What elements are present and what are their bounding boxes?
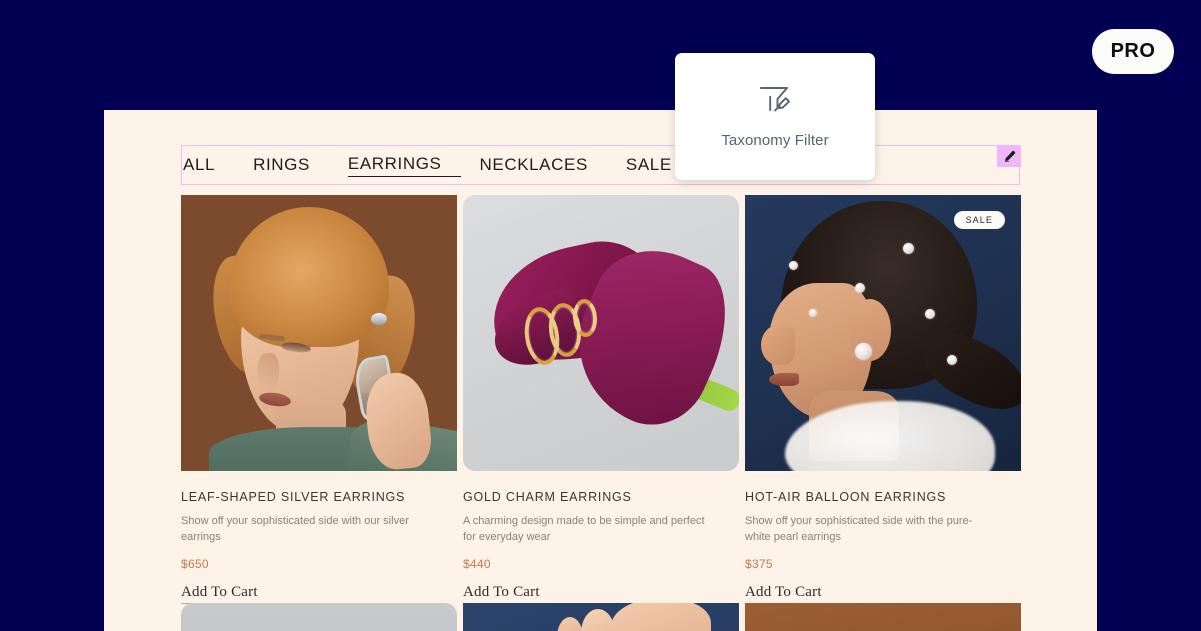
product-title: GOLD CHARM EARRINGS — [463, 490, 632, 504]
product-image[interactable] — [745, 603, 1021, 631]
product-card[interactable]: SALE HOT-AIR BALLOON EARRINGS Show off y… — [745, 195, 1021, 604]
product-card[interactable]: LEAF-SHAPED SILVER EARRINGS Show off you… — [181, 195, 457, 604]
product-description: Show off your sophisticated side with th… — [745, 515, 973, 543]
filter-edit-icon — [760, 87, 790, 112]
product-image[interactable] — [463, 603, 739, 631]
nose — [257, 353, 279, 389]
nav-item-rings[interactable]: RINGS — [253, 155, 329, 175]
pearl-accessory — [947, 355, 957, 365]
product-card[interactable]: GOLD CHARM EARRINGS A charming design ma… — [463, 195, 739, 604]
product-price: $650 — [181, 556, 209, 571]
nav-item-necklaces[interactable]: NECKLACES — [480, 155, 607, 175]
product-description: Show off your sophisticated side with ou… — [181, 515, 409, 543]
pearl-accessory — [789, 261, 798, 270]
finger — [557, 617, 583, 631]
product-title: HOT-AIR BALLOON EARRINGS — [745, 490, 947, 504]
pro-badge: PRO — [1092, 29, 1174, 74]
product-image[interactable]: SALE — [745, 195, 1021, 471]
pearl-accessory — [903, 243, 914, 254]
add-to-cart-button[interactable]: Add To Cart — [745, 584, 822, 604]
hand-shape — [611, 603, 711, 631]
pearl-accessory — [855, 283, 865, 293]
lips — [769, 373, 799, 386]
product-card[interactable] — [463, 603, 739, 631]
product-price: $440 — [463, 556, 491, 571]
product-image[interactable] — [181, 195, 457, 471]
add-to-cart-button[interactable]: Add To Cart — [181, 584, 258, 604]
edit-component-button[interactable] — [997, 146, 1021, 167]
nav-item-earrings[interactable]: EARRINGS — [347, 154, 461, 177]
product-description: A charming design made to be simple and … — [463, 515, 705, 543]
pencil-icon — [1004, 150, 1015, 163]
nav-item-all[interactable]: ALL — [183, 155, 234, 175]
product-card[interactable] — [745, 603, 1021, 631]
sale-badge: SALE — [953, 211, 1005, 229]
ear-cuff-jewelry — [371, 313, 387, 325]
product-image[interactable] — [181, 603, 457, 631]
add-to-cart-button[interactable]: Add To Cart — [463, 584, 540, 604]
product-card[interactable] — [181, 603, 457, 631]
hair-shape — [229, 207, 389, 347]
pearl-earring — [855, 343, 872, 360]
product-image[interactable] — [463, 195, 739, 471]
product-title: LEAF-SHAPED SILVER EARRINGS — [181, 490, 406, 504]
product-grid: LEAF-SHAPED SILVER EARRINGS Show off you… — [181, 195, 1021, 604]
taxonomy-filter-tooltip[interactable]: Taxonomy Filter — [675, 53, 875, 180]
product-price: $375 — [745, 556, 773, 571]
pro-badge-label: PRO — [1110, 40, 1156, 62]
pearl-accessory — [925, 309, 935, 319]
pearl-accessory — [809, 309, 817, 317]
nose — [761, 325, 795, 365]
taxonomy-filter-label: Taxonomy Filter — [721, 132, 829, 149]
finger — [581, 609, 615, 631]
product-grid-next-row — [181, 603, 1021, 631]
